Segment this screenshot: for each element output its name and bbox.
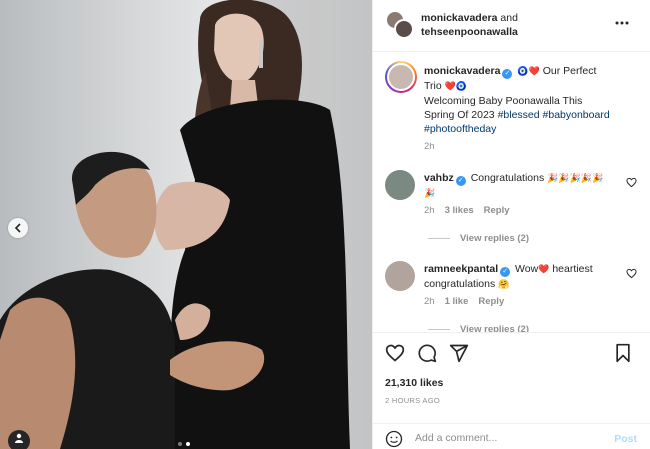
comment-input[interactable]: [415, 429, 595, 447]
post-authors: monickavadera and tehseenpoonawalla: [421, 11, 601, 39]
bookmark-icon: [616, 343, 630, 363]
comment-icon: [418, 344, 437, 363]
comment-meta: 2h 1 like Reply: [424, 296, 504, 307]
carousel-previous-button[interactable]: [8, 218, 28, 238]
like-comment-heart-icon[interactable]: [626, 177, 637, 188]
post-comment-button[interactable]: Post: [614, 433, 637, 445]
comment-emoji: 🤗: [498, 280, 510, 290]
like-button[interactable]: [385, 343, 405, 363]
reply-button[interactable]: Reply: [478, 296, 504, 307]
comments-list[interactable]: monickavadera ✓ 🧿❤️ Our Perfect Trio ❤️🧿 …: [373, 53, 650, 332]
tagged-users-button[interactable]: [8, 430, 30, 449]
divider: [428, 238, 450, 239]
share-icon: [449, 344, 469, 363]
user-tag-icon: [15, 433, 23, 443]
verified-badge-icon: ✓: [455, 176, 466, 186]
heart-icon: [385, 344, 405, 362]
likes-count[interactable]: 21,310 likes: [385, 377, 443, 389]
post-actions: 21,310 likes 2 HOURS AGO Post: [373, 332, 650, 449]
comment-avatar[interactable]: [385, 170, 415, 203]
share-button[interactable]: [449, 343, 469, 363]
comment-text: vahbz ✓ Congratulations 🎉🎉🎉🎉🎉🎉: [424, 171, 614, 201]
post-side-panel: monickavadera and tehseenpoonawalla moni…: [372, 0, 650, 449]
view-replies-button[interactable]: View replies (2): [428, 233, 529, 244]
caption-avatar[interactable]: [385, 61, 417, 93]
story-ring: [385, 61, 417, 93]
verified-badge-icon: ✓: [500, 267, 511, 277]
author-username[interactable]: monickavadera: [421, 12, 497, 24]
post-header: monickavadera and tehseenpoonawalla: [373, 0, 650, 52]
post-image[interactable]: [0, 0, 372, 449]
post-photo-illustration: [0, 0, 372, 449]
coauthor-username[interactable]: tehseenpoonawalla: [421, 26, 518, 38]
hashtag-link[interactable]: #photooftheday: [424, 123, 496, 135]
view-replies-label: View replies (2): [460, 233, 529, 244]
comment-meta: 2h 3 likes Reply: [424, 205, 510, 216]
collab-avatars[interactable]: [385, 10, 415, 40]
avatar: [387, 63, 415, 91]
comment-body: Congratulations: [470, 172, 545, 184]
like-comment-heart-icon[interactable]: [626, 268, 637, 279]
comment-likes[interactable]: 1 like: [445, 296, 469, 307]
hashtag-link[interactable]: #babyonboard: [543, 109, 610, 121]
chevron-left-icon: [14, 223, 21, 233]
smiley-icon: [385, 430, 403, 448]
caption-time[interactable]: 2h: [424, 141, 435, 152]
hashtag-link[interactable]: #blessed: [498, 109, 540, 121]
caption-emoji: 🧿❤️: [517, 67, 540, 77]
divider: [428, 329, 450, 330]
caption-meta: 2h: [424, 141, 435, 152]
action-icons: [385, 343, 469, 363]
comment-username[interactable]: ramneekpantal: [424, 263, 498, 275]
verified-badge-icon: ✓: [502, 69, 513, 79]
carousel-indicator: [178, 442, 190, 446]
caption: monickavadera ✓ 🧿❤️ Our Perfect Trio ❤️🧿 …: [424, 64, 614, 136]
comment-text: ramneekpantal ✓ Wow❤️ heartiest congratul…: [424, 262, 614, 292]
author-conjunction: and: [500, 12, 518, 24]
avatar: [385, 170, 415, 200]
comment-time[interactable]: 2h: [424, 296, 435, 307]
add-comment-bar: Post: [373, 423, 650, 449]
save-button[interactable]: [613, 343, 633, 363]
comment-likes[interactable]: 3 likes: [445, 205, 474, 216]
post-timestamp[interactable]: 2 HOURS AGO: [385, 396, 440, 405]
comment-button[interactable]: [417, 343, 437, 363]
comment-avatar[interactable]: [385, 261, 415, 294]
comment-username[interactable]: vahbz: [424, 172, 454, 184]
avatar: [394, 19, 414, 39]
comment-emoji: ❤️: [538, 265, 550, 275]
view-replies-button[interactable]: View replies (2): [428, 324, 529, 332]
reply-button[interactable]: Reply: [484, 205, 510, 216]
view-replies-label: View replies (2): [460, 324, 529, 332]
carousel-dot: [178, 442, 182, 446]
caption-emoji: ❤️🧿: [444, 82, 468, 92]
emoji-picker-button[interactable]: [385, 430, 403, 448]
more-horizontal-icon: [615, 21, 629, 25]
more-options-button[interactable]: [613, 14, 631, 32]
caption-username[interactable]: monickavadera: [424, 65, 500, 77]
carousel-dot-active: [186, 442, 190, 446]
comment-time[interactable]: 2h: [424, 205, 435, 216]
comment-body: Wow: [515, 263, 539, 275]
avatar: [385, 261, 415, 291]
